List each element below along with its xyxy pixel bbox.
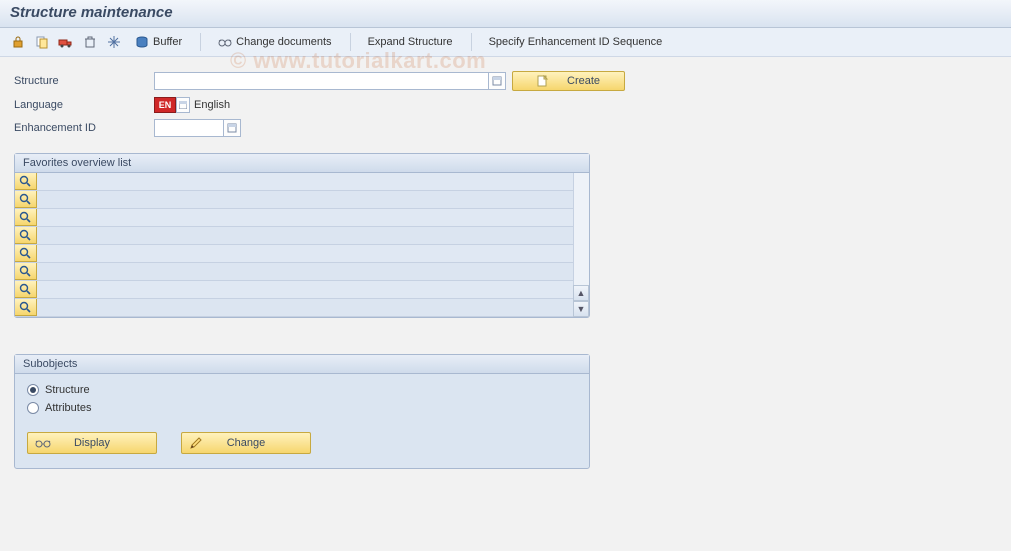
- enhancement-row: Enhancement ID: [14, 119, 997, 137]
- scroll-down-button[interactable]: ▼: [573, 301, 589, 317]
- app-toolbar: Buffer Change documents Expand Structure…: [0, 28, 1011, 57]
- language-code-badge: EN: [154, 97, 176, 113]
- language-row: Language EN English: [14, 97, 997, 113]
- language-label: Language: [14, 99, 154, 111]
- structure-f4-button[interactable]: [488, 72, 506, 90]
- title-bar: Structure maintenance: [0, 0, 1011, 28]
- favorites-row[interactable]: [15, 209, 573, 227]
- favorites-row[interactable]: [15, 299, 573, 317]
- zoom-icon[interactable]: [15, 173, 37, 190]
- display-button-label: Display: [74, 437, 110, 449]
- scrollbar-track: [573, 173, 589, 285]
- favorites-row[interactable]: [15, 263, 573, 281]
- copy-icon[interactable]: [32, 32, 52, 52]
- zoom-icon[interactable]: [15, 227, 37, 244]
- delete-icon[interactable]: [80, 32, 100, 52]
- change-documents-label: Change documents: [236, 36, 331, 48]
- favorites-cell: [37, 191, 573, 208]
- glasses-icon: [35, 437, 51, 449]
- favorites-cell: [37, 299, 573, 316]
- expand-structure-label: Expand Structure: [368, 36, 453, 48]
- change-button[interactable]: Change: [181, 432, 311, 454]
- structure-label: Structure: [14, 75, 154, 87]
- radio-attributes-row[interactable]: Attributes: [27, 402, 577, 414]
- favorites-scrollbar[interactable]: ▲ ▼: [573, 173, 589, 317]
- change-documents-button[interactable]: Change documents: [211, 32, 338, 52]
- favorites-row[interactable]: [15, 245, 573, 263]
- pencil-icon: [189, 436, 203, 450]
- favorites-group: Favorites overview list ▲ ▼: [14, 153, 590, 318]
- structure-input[interactable]: [154, 72, 489, 90]
- radio-structure-label: Structure: [45, 384, 90, 396]
- favorites-row[interactable]: [15, 281, 573, 299]
- zoom-icon[interactable]: [15, 245, 37, 262]
- zoom-icon[interactable]: [15, 263, 37, 280]
- new-page-icon: [537, 75, 549, 87]
- radio-attributes[interactable]: [27, 402, 39, 414]
- f4-icon: [179, 101, 187, 109]
- zoom-icon[interactable]: [15, 191, 37, 208]
- subobjects-group: Subobjects Structure Attributes Display: [14, 354, 590, 469]
- enhancement-input[interactable]: [154, 119, 224, 137]
- display-button[interactable]: Display: [27, 432, 157, 454]
- language-f4-button[interactable]: [176, 97, 190, 113]
- content-area: Structure Create Language EN English Enh…: [0, 57, 1011, 483]
- change-button-label: Change: [227, 437, 266, 449]
- zoom-icon[interactable]: [15, 281, 37, 298]
- zoom-icon[interactable]: [15, 209, 37, 226]
- specify-enh-seq-label: Specify Enhancement ID Sequence: [489, 36, 663, 48]
- favorites-cell: [37, 263, 573, 280]
- buffer-button[interactable]: Buffer: [128, 32, 189, 52]
- favorites-row[interactable]: [15, 227, 573, 245]
- favorites-body: ▲ ▼: [15, 173, 589, 317]
- subobjects-body: Structure Attributes Display: [15, 374, 589, 468]
- transport-icon[interactable]: [56, 32, 76, 52]
- snowflake-icon[interactable]: [104, 32, 124, 52]
- toolbar-separator: [345, 33, 351, 51]
- create-button[interactable]: Create: [512, 71, 625, 91]
- favorites-cell: [37, 173, 573, 190]
- favorites-row[interactable]: [15, 191, 573, 209]
- buffer-label: Buffer: [153, 36, 182, 48]
- zoom-icon[interactable]: [15, 299, 37, 316]
- favorites-cell: [37, 245, 573, 262]
- subobjects-title: Subobjects: [15, 355, 589, 374]
- lock-icon[interactable]: [8, 32, 28, 52]
- favorites-rows: [15, 173, 573, 317]
- buffer-icon: [135, 35, 149, 49]
- scroll-up-button[interactable]: ▲: [573, 285, 589, 301]
- structure-row: Structure Create: [14, 71, 997, 91]
- favorites-title: Favorites overview list: [15, 154, 589, 173]
- expand-structure-button[interactable]: Expand Structure: [361, 33, 460, 51]
- f4-icon: [227, 123, 237, 133]
- enhancement-label: Enhancement ID: [14, 122, 154, 134]
- specify-enh-seq-button[interactable]: Specify Enhancement ID Sequence: [482, 33, 670, 51]
- favorites-row[interactable]: [15, 173, 573, 191]
- glasses-icon: [218, 35, 232, 49]
- language-text: English: [194, 99, 230, 111]
- toolbar-separator: [195, 33, 201, 51]
- favorites-cell: [37, 281, 573, 298]
- subobjects-actions: Display Change: [27, 432, 577, 454]
- favorites-cell: [37, 209, 573, 226]
- enhancement-f4-button[interactable]: [223, 119, 241, 137]
- f4-icon: [492, 76, 502, 86]
- favorites-cell: [37, 227, 573, 244]
- toolbar-separator: [466, 33, 472, 51]
- radio-structure-row[interactable]: Structure: [27, 384, 577, 396]
- create-button-label: Create: [567, 75, 600, 87]
- page-title: Structure maintenance: [10, 4, 1001, 21]
- radio-structure[interactable]: [27, 384, 39, 396]
- radio-attributes-label: Attributes: [45, 402, 91, 414]
